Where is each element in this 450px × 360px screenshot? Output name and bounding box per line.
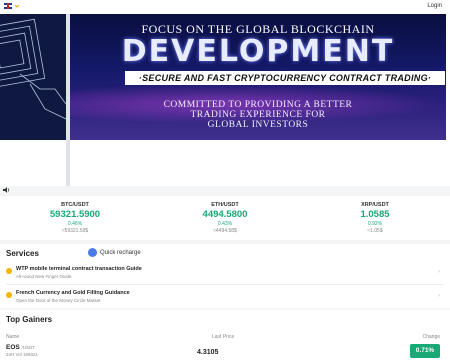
service-item[interactable]: French Currency and Gold Filling Guidanc…	[0, 288, 450, 306]
divider	[6, 284, 444, 285]
ticker-strip: BTC/USDT 59321.5900 0.46% ≈59321.59$ ETH…	[0, 196, 450, 240]
ticker-change: 0.46%	[67, 221, 83, 227]
row-last-price: 4.3105	[197, 349, 219, 356]
banner-title: DEVELOPMENT	[121, 34, 395, 69]
banner-subtitle-line3: GLOBAL INVESTORS	[207, 120, 309, 130]
table-row[interactable]: EOS /USDT 24H Vol 169321 4.3105 0.71%	[0, 344, 450, 360]
language-selector[interactable]	[4, 3, 20, 9]
banner-subtitle-line2: TRADING EXPERIENCE FOR	[190, 110, 326, 120]
ticker-btc[interactable]: BTC/USDT 59321.5900 0.46% ≈59321.59$	[0, 196, 150, 240]
ticker-eth[interactable]: ETH/USDT 4494.5800 0.43% ≈4494.58$	[150, 196, 300, 240]
chevron-right-icon: ›	[438, 269, 440, 275]
service-title: French Currency and Gold Filling Guidanc…	[16, 290, 130, 296]
uk-flag-icon	[4, 3, 12, 9]
symbol-quote: /USDT	[21, 345, 36, 350]
banner-side-image	[0, 14, 66, 140]
chevron-right-icon: ›	[438, 293, 440, 299]
quick-recharge-label: Quick recharge	[100, 249, 141, 256]
login-link[interactable]: Login	[427, 3, 442, 9]
column-header-change: Change	[422, 334, 440, 340]
services-section: Services Quick recharge WTP mobile termi…	[0, 244, 450, 308]
speaker-icon[interactable]	[3, 186, 11, 194]
row-symbol: EOS /USDT	[6, 344, 35, 351]
column-header-last-price: Last Price	[212, 334, 235, 340]
ticker-approx: ≈4494.58$	[213, 228, 237, 234]
chevron-down-icon	[14, 4, 20, 8]
banner-subtitle-line1: COMMITTED TO PROVIDING A BETTER	[163, 100, 353, 110]
row-volume: 24H Vol 169321	[6, 352, 39, 357]
ticker-price: 59321.5900	[49, 209, 101, 220]
service-subtitle: Open the Door of the Money Circle Market	[16, 298, 101, 303]
row-change-badge: 0.71%	[410, 344, 440, 358]
top-bar: Login	[0, 0, 450, 14]
ticker-price: 1.0585	[360, 209, 390, 220]
service-subtitle: All-round New Finger Guide	[16, 274, 72, 279]
services-title: Services	[6, 249, 39, 258]
top-gainers-title: Top Gainers	[6, 315, 53, 324]
hero-banner[interactable]: FOCUS ON THE GLOBAL BLOCKCHAIN DEVELOPME…	[70, 14, 446, 140]
quick-recharge-button[interactable]: Quick recharge	[88, 248, 141, 257]
service-title: WTP mobile terminal contract transaction…	[16, 266, 142, 272]
ticker-pair: ETH/USDT	[211, 202, 239, 208]
hero-carousel: FOCUS ON THE GLOBAL BLOCKCHAIN DEVELOPME…	[0, 14, 450, 193]
ticker-change: 0.43%	[217, 221, 233, 227]
ticker-pair: XRP/USDT	[361, 202, 389, 208]
banner-tagline: ·SECURE AND FAST CRYPTOCURRENCY CONTRACT…	[125, 71, 445, 85]
service-item[interactable]: WTP mobile terminal contract transaction…	[0, 264, 450, 282]
ticker-xrp[interactable]: XRP/USDT 1.0585 0.92% ≈1.05$	[300, 196, 450, 240]
ticker-approx: ≈1.05$	[367, 228, 383, 234]
top-gainers-section: Top Gainers Name Last Price Change EOS /…	[0, 310, 450, 360]
guide-icon	[6, 292, 12, 298]
guide-icon	[6, 268, 12, 274]
ticker-approx: ≈59321.59$	[61, 228, 89, 234]
symbol-base: EOS	[6, 344, 20, 351]
recharge-icon	[88, 248, 97, 257]
column-header-name: Name	[6, 334, 20, 340]
ticker-pair: BTC/USDT	[61, 202, 89, 208]
ticker-change: 0.92%	[367, 221, 383, 227]
ticker-price: 4494.5800	[202, 209, 248, 220]
